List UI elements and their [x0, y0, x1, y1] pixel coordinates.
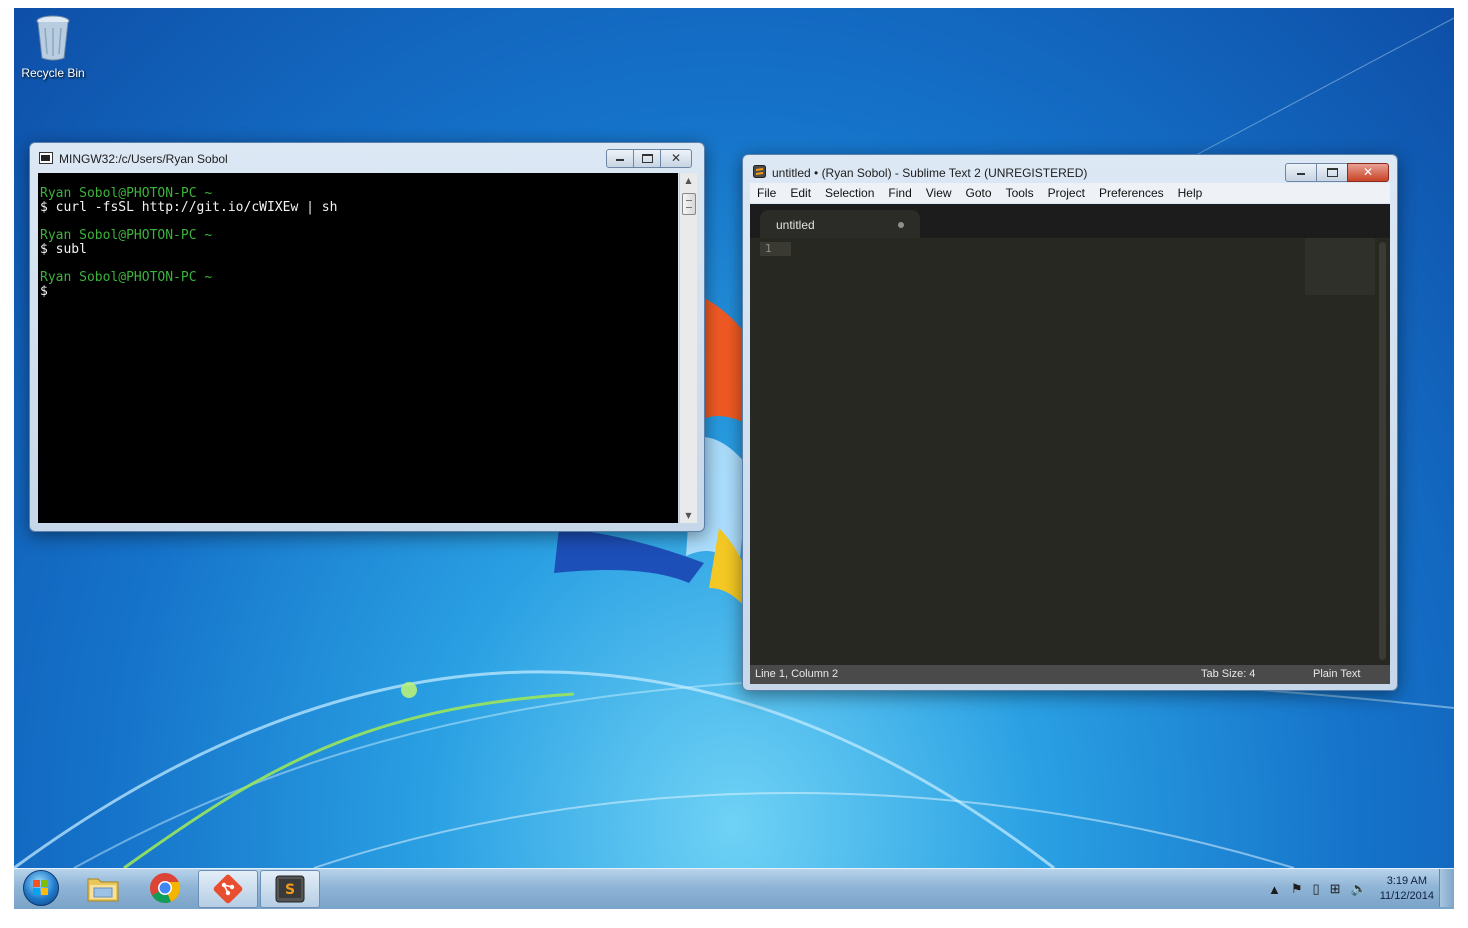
git-icon — [213, 874, 243, 904]
sublime-window-controls: ✕ — [1285, 163, 1389, 182]
terminal-titlebar[interactable]: MINGW32:/c/Users/Ryan Sobol ✕ — [30, 143, 704, 171]
scroll-up-arrow-icon[interactable]: ▲ — [680, 176, 697, 185]
maximize-button[interactable] — [633, 149, 661, 168]
menu-edit[interactable]: Edit — [783, 186, 818, 200]
tab-untitled[interactable]: untitled — [760, 210, 920, 238]
taskbar-explorer[interactable] — [74, 869, 132, 907]
chrome-icon — [150, 873, 181, 903]
clock[interactable]: 3:19 AM 11/12/2014 — [1380, 874, 1434, 904]
start-button[interactable] — [16, 869, 66, 907]
syntax-mode[interactable]: Plain Text — [1313, 665, 1361, 684]
show-hidden-icons-chevron-up-icon[interactable]: ▲ — [1268, 882, 1281, 897]
show-desktop-button[interactable] — [1439, 869, 1454, 907]
menu-tools[interactable]: Tools — [999, 186, 1041, 200]
scrollbar-thumb[interactable] — [682, 193, 696, 215]
terminal-line: Ryan Sobol@PHOTON-PC ~ — [40, 186, 213, 201]
menu-selection[interactable]: Selection — [818, 186, 881, 200]
editor-scrollbar[interactable] — [1379, 242, 1386, 660]
minimize-icon — [1297, 173, 1305, 175]
action-center-flag-icon[interactable]: ⚑ — [1291, 881, 1303, 897]
recycle-bin-shortcut[interactable]: Recycle Bin — [18, 14, 88, 80]
sublime-titlebar[interactable]: untitled • (Ryan Sobol) - Sublime Text 2… — [743, 155, 1397, 183]
sublime-text-icon: S — [275, 875, 305, 903]
tab-size[interactable]: Tab Size: 4 — [1201, 665, 1255, 684]
folder-icon — [87, 878, 119, 902]
minimap[interactable] — [1305, 238, 1375, 295]
menu-file[interactable]: File — [750, 186, 783, 200]
close-icon: ✕ — [1362, 165, 1374, 179]
close-button[interactable]: ✕ — [660, 149, 692, 168]
status-bar: Line 1, Column 2 Tab Size: 4 Plain Text — [750, 665, 1390, 684]
close-icon: ✕ — [670, 151, 682, 165]
terminal-line: Ryan Sobol@PHOTON-PC ~ — [40, 228, 213, 243]
terminal-scrollbar[interactable]: ▲ ▼ — [679, 173, 697, 523]
sublime-app-icon — [753, 165, 766, 178]
terminal-window-controls: ✕ — [606, 149, 692, 168]
unsaved-dot-icon[interactable] — [898, 222, 904, 228]
svg-text:S: S — [285, 882, 295, 898]
maximize-icon — [1327, 168, 1338, 177]
menu-goto[interactable]: Goto — [959, 186, 999, 200]
sublime-menubar: File Edit Selection Find View Goto Tools… — [750, 183, 1390, 203]
menu-project[interactable]: Project — [1041, 186, 1092, 200]
minimize-button[interactable] — [606, 149, 634, 168]
sublime-window[interactable]: untitled • (Ryan Sobol) - Sublime Text 2… — [742, 154, 1398, 691]
close-button[interactable]: ✕ — [1347, 163, 1389, 182]
line-number: 1 — [760, 242, 791, 256]
terminal-app-icon — [39, 152, 53, 164]
recycle-bin-label: Recycle Bin — [21, 66, 85, 80]
terminal-window[interactable]: MINGW32:/c/Users/Ryan Sobol ✕ Ryan Sobol… — [29, 142, 705, 532]
recycle-bin-icon — [36, 15, 70, 61]
editor-area[interactable]: 1 — [750, 238, 1390, 665]
cursor-position: Line 1, Column 2 — [755, 668, 839, 680]
volume-speaker-icon[interactable]: 🔈 — [1351, 881, 1367, 897]
menu-find[interactable]: Find — [881, 186, 918, 200]
menu-help[interactable]: Help — [1171, 186, 1210, 200]
network-icon[interactable]: ⊞ — [1330, 881, 1341, 897]
terminal-line: Ryan Sobol@PHOTON-PC ~ — [40, 270, 213, 285]
maximize-icon — [642, 154, 653, 163]
terminal-output[interactable]: Ryan Sobol@PHOTON-PC ~ $ curl -fsSL http… — [38, 173, 678, 523]
tab-label: untitled — [776, 218, 815, 232]
sublime-title: untitled • (Ryan Sobol) - Sublime Text 2… — [772, 166, 1088, 180]
taskbar-chrome[interactable] — [136, 869, 194, 907]
terminal-line: $ subl — [40, 242, 87, 257]
maximize-button[interactable] — [1316, 163, 1348, 182]
terminal-title: MINGW32:/c/Users/Ryan Sobol — [59, 152, 228, 166]
clock-date: 11/12/2014 — [1379, 890, 1434, 902]
scroll-down-arrow-icon[interactable]: ▼ — [680, 511, 697, 520]
power-battery-icon[interactable]: ▯ — [1313, 881, 1320, 897]
minimize-button[interactable] — [1285, 163, 1317, 182]
terminal-line: $ curl -fsSL http://git.io/cWIXEw | sh — [40, 200, 338, 215]
windows-start-icon — [23, 870, 59, 906]
menu-preferences[interactable]: Preferences — [1092, 186, 1171, 200]
clock-time: 3:19 AM — [1386, 875, 1428, 887]
sublime-tabbar: untitled — [750, 204, 1390, 238]
menu-view[interactable]: View — [919, 186, 959, 200]
taskbar-sublime[interactable]: S — [260, 870, 320, 908]
minimize-icon — [616, 159, 624, 161]
system-tray: ▲ ⚑ ▯ ⊞ 🔈 3:19 AM 11/12/2014 — [1263, 873, 1434, 905]
taskbar: S ▲ ⚑ ▯ ⊞ 🔈 3:19 AM 11/12/2014 — [14, 868, 1454, 909]
terminal-line: $ — [40, 284, 48, 299]
taskbar-git-bash[interactable] — [198, 870, 258, 908]
